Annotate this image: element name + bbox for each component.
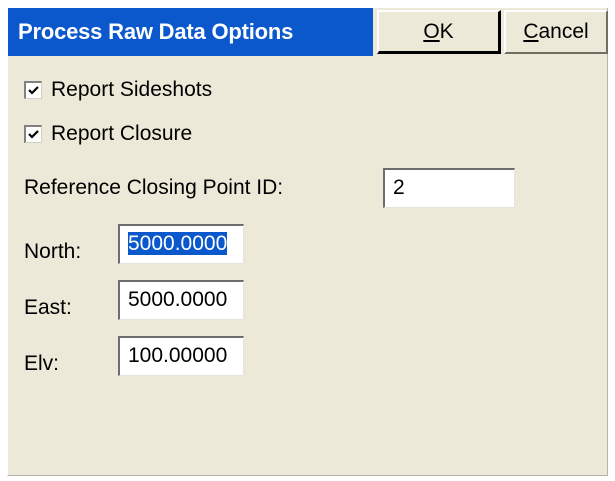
report-closure-option[interactable]: Report Closure	[24, 120, 192, 148]
dialog-title: Process Raw Data Options	[8, 8, 373, 56]
report-closure-checkbox[interactable]	[24, 125, 42, 143]
reference-closing-point-label: Reference Closing Point ID:	[24, 176, 284, 199]
checkmark-icon	[28, 130, 39, 139]
report-sideshots-option[interactable]: Report Sideshots	[24, 76, 212, 104]
process-raw-data-dialog: Process Raw Data Options OK Cancel Repor…	[7, 8, 608, 476]
reference-closing-point-field[interactable]: 2	[383, 168, 515, 208]
ok-button[interactable]: OK	[377, 10, 501, 54]
cancel-label: ancel	[538, 20, 589, 43]
cancel-button[interactable]: Cancel	[504, 10, 608, 54]
report-sideshots-checkbox[interactable]	[24, 81, 42, 99]
report-closure-label: Report Closure	[51, 122, 193, 145]
ok-label: K	[439, 20, 454, 43]
checkmark-icon	[28, 86, 39, 95]
east-field[interactable]: 5000.0000	[118, 280, 244, 320]
east-label: East:	[24, 296, 72, 319]
report-sideshots-label: Report Sideshots	[51, 78, 213, 101]
cancel-accelerator: C	[523, 20, 539, 43]
north-label: North:	[24, 240, 82, 263]
ok-accelerator: O	[423, 20, 440, 43]
elv-field[interactable]: 100.00000	[118, 336, 244, 376]
north-field[interactable]: 5000.0000	[118, 224, 244, 264]
elv-label: Elv:	[24, 352, 60, 375]
north-value: 5000.0000	[128, 232, 228, 255]
